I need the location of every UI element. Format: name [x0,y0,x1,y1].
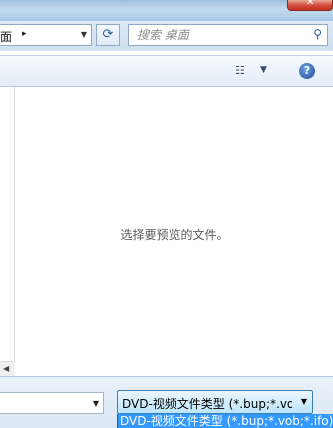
breadcrumb-separator[interactable]: ▸ [22,29,27,39]
chevron-down-icon: ▼ [260,65,267,75]
views-icon: ☷ [235,64,245,77]
file-type-option[interactable]: DVD-视频文件类型 (*.bup;*.vob;*.ifo) [117,414,333,428]
refresh-icon[interactable]: ⟳ [96,24,120,46]
file-name-combobox[interactable]: ▼ [0,392,104,414]
file-type-select[interactable]: DVD-视频文件类型 (*.bup;*.vob ▼ [117,390,313,414]
search-box[interactable]: ⚲ [128,24,328,46]
views-button[interactable]: ☷ ▼ [235,64,271,80]
preview-message: 选择要预览的文件。 [120,228,229,242]
chevron-down-icon[interactable]: ▼ [93,399,99,408]
file-type-value: DVD-视频文件类型 (*.bup;*.vob [122,397,292,411]
close-icon: ✕ [306,0,315,8]
search-icon[interactable]: ⚲ [313,27,322,41]
close-button[interactable]: ✕ [287,0,333,11]
breadcrumb-desktop[interactable]: 面 [0,28,12,45]
address-row: 面 ▸ ▼ ⟳ ⚲ [0,21,333,51]
scroll-left-button[interactable]: ◀ [0,361,15,376]
chevron-down-icon: ▼ [300,397,307,406]
navigation-pane[interactable] [0,87,15,364]
search-input[interactable] [137,27,297,43]
title-bar: ✕ [0,0,333,21]
toolbar: ☷ ▼ ? [0,55,333,87]
chevron-left-icon: ◀ [3,364,10,373]
preview-pane: 选择要预览的文件。 [16,87,333,376]
help-icon[interactable]: ? [299,63,315,79]
chevron-down-icon[interactable]: ▼ [81,30,87,39]
address-bar[interactable]: 面 ▸ ▼ [0,24,92,46]
